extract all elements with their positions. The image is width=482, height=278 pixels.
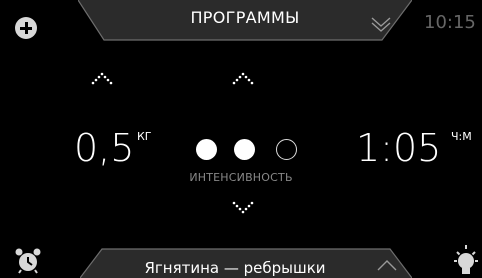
chevron-up-icon[interactable]	[376, 258, 398, 272]
weight-value[interactable]: 0,5	[74, 126, 134, 170]
intensity-decrease-arrow[interactable]	[230, 200, 256, 216]
program-name: Ягнятина — ребрышки	[144, 259, 326, 277]
program-selector-tab[interactable]: Ягнятина — ребрышки	[80, 248, 412, 278]
time-value[interactable]: 1:05	[356, 126, 441, 170]
double-chevron-down-icon[interactable]	[370, 14, 392, 34]
intensity-dot-3[interactable]	[276, 139, 297, 160]
program-header-tab[interactable]: ПРОГРАММЫ	[78, 0, 412, 42]
clock: 10:15	[424, 12, 476, 33]
intensity-dot-2[interactable]	[234, 139, 255, 160]
intensity-dot-1[interactable]	[196, 139, 217, 160]
intensity-label: ИНТЕНСИВНОСТЬ	[189, 171, 293, 184]
weight-unit: КГ	[137, 130, 152, 143]
light-bulb-icon[interactable]	[452, 244, 480, 276]
page-title: ПРОГРАММЫ	[190, 8, 300, 27]
weight-increase-arrow[interactable]	[89, 72, 115, 88]
time-unit: Ч:М	[451, 130, 472, 143]
add-program-button[interactable]	[15, 17, 37, 39]
alarm-clock-icon[interactable]	[14, 246, 42, 274]
intensity-increase-arrow[interactable]	[230, 72, 256, 88]
